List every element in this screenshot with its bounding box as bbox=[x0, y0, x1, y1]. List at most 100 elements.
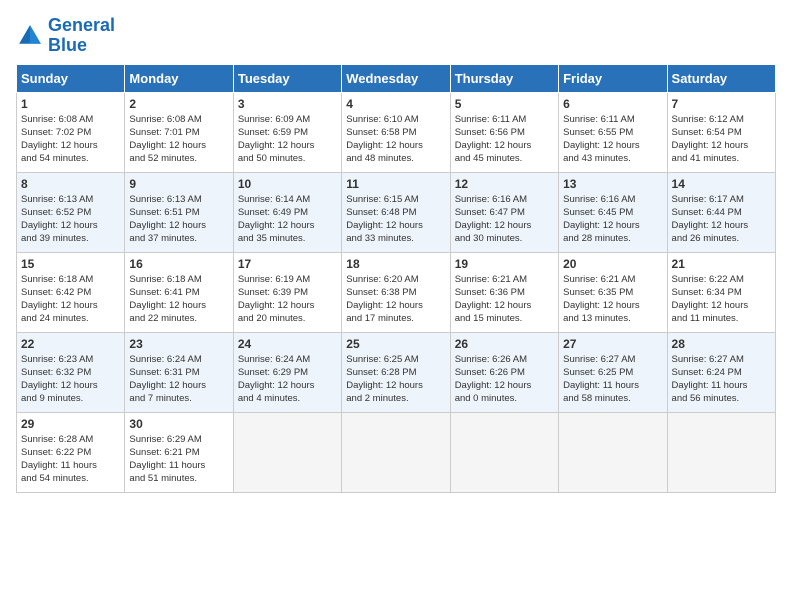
calendar-cell bbox=[233, 412, 341, 492]
calendar-cell: 17Sunrise: 6:19 AM Sunset: 6:39 PM Dayli… bbox=[233, 252, 341, 332]
cell-content: Sunrise: 6:18 AM Sunset: 6:42 PM Dayligh… bbox=[21, 273, 120, 326]
calendar-cell: 15 Sunrise: 6:18 AM Sunset: 6:42 PM Dayli… bbox=[17, 252, 125, 332]
cell-content: Sunrise: 6:20 AM Sunset: 6:38 PM Dayligh… bbox=[346, 273, 445, 326]
cell-content: Sunrise: 6:14 AM Sunset: 6:49 PM Dayligh… bbox=[238, 193, 337, 246]
week-row-5: 29 Sunrise: 6:28 AM Sunset: 6:22 PM Dayli… bbox=[17, 412, 776, 492]
week-row-2: 8 Sunrise: 6:13 AM Sunset: 6:52 PM Daylig… bbox=[17, 172, 776, 252]
calendar-cell: 16Sunrise: 6:18 AM Sunset: 6:41 PM Dayli… bbox=[125, 252, 233, 332]
day-number: 12 bbox=[455, 177, 554, 191]
cell-content: Sunrise: 6:13 AM Sunset: 6:51 PM Dayligh… bbox=[129, 193, 228, 246]
day-number: 10 bbox=[238, 177, 337, 191]
calendar-cell: 24 Sunrise: 6:24 AM Sunset: 6:29 PM Dayli… bbox=[233, 332, 341, 412]
day-number: 27 bbox=[563, 337, 662, 351]
cell-content: Sunrise: 6:21 AM Sunset: 6:35 PM Dayligh… bbox=[563, 273, 662, 326]
cell-content: Sunrise: 6:25 AM Sunset: 6:28 PM Dayligh… bbox=[346, 353, 445, 406]
col-header-wednesday: Wednesday bbox=[342, 64, 450, 92]
calendar-cell bbox=[667, 412, 775, 492]
calendar-cell: 1 Sunrise: 6:08 AM Sunset: 7:02 PM Daylig… bbox=[17, 92, 125, 172]
day-number: 21 bbox=[672, 257, 771, 271]
day-number: 14 bbox=[672, 177, 771, 191]
calendar-cell: 27 Sunrise: 6:27 AM Sunset: 6:25 PM Dayli… bbox=[559, 332, 667, 412]
col-header-friday: Friday bbox=[559, 64, 667, 92]
day-number: 15 bbox=[21, 257, 120, 271]
calendar-cell: 14 Sunrise: 6:17 AM Sunset: 6:44 PM Dayli… bbox=[667, 172, 775, 252]
col-header-monday: Monday bbox=[125, 64, 233, 92]
calendar-cell: 11Sunrise: 6:15 AM Sunset: 6:48 PM Dayli… bbox=[342, 172, 450, 252]
col-header-saturday: Saturday bbox=[667, 64, 775, 92]
logo-text: General Blue bbox=[48, 16, 115, 56]
cell-content: Sunrise: 6:24 AM Sunset: 6:29 PM Dayligh… bbox=[238, 353, 337, 406]
header-row: SundayMondayTuesdayWednesdayThursdayFrid… bbox=[17, 64, 776, 92]
day-number: 20 bbox=[563, 257, 662, 271]
logo: General Blue bbox=[16, 16, 115, 56]
week-row-3: 15 Sunrise: 6:18 AM Sunset: 6:42 PM Dayli… bbox=[17, 252, 776, 332]
week-row-4: 22 Sunrise: 6:23 AM Sunset: 6:32 PM Dayli… bbox=[17, 332, 776, 412]
cell-content: Sunrise: 6:08 AM Sunset: 7:01 PM Dayligh… bbox=[129, 113, 228, 166]
page-header: General Blue bbox=[16, 16, 776, 56]
day-number: 6 bbox=[563, 97, 662, 111]
calendar-cell: 19 Sunrise: 6:21 AM Sunset: 6:36 PM Dayli… bbox=[450, 252, 558, 332]
calendar-cell bbox=[450, 412, 558, 492]
col-header-tuesday: Tuesday bbox=[233, 64, 341, 92]
week-row-1: 1 Sunrise: 6:08 AM Sunset: 7:02 PM Daylig… bbox=[17, 92, 776, 172]
cell-content: Sunrise: 6:11 AM Sunset: 6:56 PM Dayligh… bbox=[455, 113, 554, 166]
calendar-cell: 12 Sunrise: 6:16 AM Sunset: 6:47 PM Dayli… bbox=[450, 172, 558, 252]
calendar-cell: 25 Sunrise: 6:25 AM Sunset: 6:28 PM Dayli… bbox=[342, 332, 450, 412]
cell-content: Sunrise: 6:22 AM Sunset: 6:34 PM Dayligh… bbox=[672, 273, 771, 326]
day-number: 13 bbox=[563, 177, 662, 191]
day-number: 18 bbox=[346, 257, 445, 271]
cell-content: Sunrise: 6:19 AM Sunset: 6:39 PM Dayligh… bbox=[238, 273, 337, 326]
cell-content: Sunrise: 6:27 AM Sunset: 6:24 PM Dayligh… bbox=[672, 353, 771, 406]
calendar-cell: 20 Sunrise: 6:21 AM Sunset: 6:35 PM Dayli… bbox=[559, 252, 667, 332]
calendar-cell: 10 Sunrise: 6:14 AM Sunset: 6:49 PM Dayli… bbox=[233, 172, 341, 252]
calendar-cell: 18 Sunrise: 6:20 AM Sunset: 6:38 PM Dayli… bbox=[342, 252, 450, 332]
cell-content: Sunrise: 6:21 AM Sunset: 6:36 PM Dayligh… bbox=[455, 273, 554, 326]
calendar-cell: 3Sunrise: 6:09 AM Sunset: 6:59 PM Daylig… bbox=[233, 92, 341, 172]
cell-content: Sunrise: 6:12 AM Sunset: 6:54 PM Dayligh… bbox=[672, 113, 771, 166]
day-number: 23 bbox=[129, 337, 228, 351]
day-number: 7 bbox=[672, 97, 771, 111]
day-number: 11 bbox=[346, 177, 445, 191]
calendar-cell: 4 Sunrise: 6:10 AM Sunset: 6:58 PM Daylig… bbox=[342, 92, 450, 172]
cell-content: Sunrise: 6:23 AM Sunset: 6:32 PM Dayligh… bbox=[21, 353, 120, 406]
cell-content: Sunrise: 6:16 AM Sunset: 6:47 PM Dayligh… bbox=[455, 193, 554, 246]
calendar-cell: 29 Sunrise: 6:28 AM Sunset: 6:22 PM Dayli… bbox=[17, 412, 125, 492]
cell-content: Sunrise: 6:18 AM Sunset: 6:41 PM Dayligh… bbox=[129, 273, 228, 326]
cell-content: Sunrise: 6:16 AM Sunset: 6:45 PM Dayligh… bbox=[563, 193, 662, 246]
day-number: 1 bbox=[21, 97, 120, 111]
day-number: 26 bbox=[455, 337, 554, 351]
col-header-sunday: Sunday bbox=[17, 64, 125, 92]
day-number: 29 bbox=[21, 417, 120, 431]
cell-content: Sunrise: 6:08 AM Sunset: 7:02 PM Dayligh… bbox=[21, 113, 120, 166]
calendar-cell bbox=[559, 412, 667, 492]
calendar-cell: 13 Sunrise: 6:16 AM Sunset: 6:45 PM Dayli… bbox=[559, 172, 667, 252]
calendar-cell: 22 Sunrise: 6:23 AM Sunset: 6:32 PM Dayli… bbox=[17, 332, 125, 412]
day-number: 25 bbox=[346, 337, 445, 351]
cell-content: Sunrise: 6:09 AM Sunset: 6:59 PM Dayligh… bbox=[238, 113, 337, 166]
cell-content: Sunrise: 6:24 AM Sunset: 6:31 PM Dayligh… bbox=[129, 353, 228, 406]
cell-content: Sunrise: 6:10 AM Sunset: 6:58 PM Dayligh… bbox=[346, 113, 445, 166]
col-header-thursday: Thursday bbox=[450, 64, 558, 92]
day-number: 5 bbox=[455, 97, 554, 111]
day-number: 19 bbox=[455, 257, 554, 271]
calendar-cell: 9Sunrise: 6:13 AM Sunset: 6:51 PM Daylig… bbox=[125, 172, 233, 252]
day-number: 2 bbox=[129, 97, 228, 111]
day-number: 4 bbox=[346, 97, 445, 111]
day-number: 24 bbox=[238, 337, 337, 351]
calendar-cell: 6 Sunrise: 6:11 AM Sunset: 6:55 PM Daylig… bbox=[559, 92, 667, 172]
calendar-cell: 8 Sunrise: 6:13 AM Sunset: 6:52 PM Daylig… bbox=[17, 172, 125, 252]
day-number: 28 bbox=[672, 337, 771, 351]
calendar-cell: 5 Sunrise: 6:11 AM Sunset: 6:56 PM Daylig… bbox=[450, 92, 558, 172]
day-number: 8 bbox=[21, 177, 120, 191]
cell-content: Sunrise: 6:11 AM Sunset: 6:55 PM Dayligh… bbox=[563, 113, 662, 166]
cell-content: Sunrise: 6:17 AM Sunset: 6:44 PM Dayligh… bbox=[672, 193, 771, 246]
calendar-cell: 2 Sunrise: 6:08 AM Sunset: 7:01 PM Daylig… bbox=[125, 92, 233, 172]
calendar-cell: 7 Sunrise: 6:12 AM Sunset: 6:54 PM Daylig… bbox=[667, 92, 775, 172]
cell-content: Sunrise: 6:27 AM Sunset: 6:25 PM Dayligh… bbox=[563, 353, 662, 406]
day-number: 22 bbox=[21, 337, 120, 351]
calendar-table: SundayMondayTuesdayWednesdayThursdayFrid… bbox=[16, 64, 776, 493]
calendar-cell: 30Sunrise: 6:29 AM Sunset: 6:21 PM Dayli… bbox=[125, 412, 233, 492]
cell-content: Sunrise: 6:26 AM Sunset: 6:26 PM Dayligh… bbox=[455, 353, 554, 406]
cell-content: Sunrise: 6:13 AM Sunset: 6:52 PM Dayligh… bbox=[21, 193, 120, 246]
cell-content: Sunrise: 6:28 AM Sunset: 6:22 PM Dayligh… bbox=[21, 433, 120, 486]
